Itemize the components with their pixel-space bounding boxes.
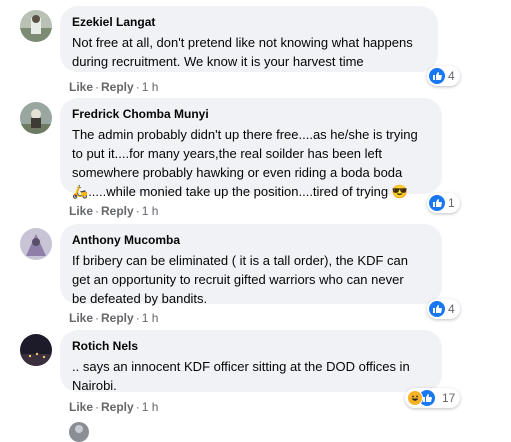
like-link[interactable]: Like — [69, 80, 93, 94]
reply-link[interactable]: Reply — [101, 204, 134, 218]
comment-line: 🛵.....while monied take up the position.… — [72, 182, 430, 201]
dot-separator: · — [95, 204, 100, 218]
like-icon — [429, 68, 445, 84]
timestamp[interactable]: 1 h — [142, 204, 159, 218]
dot-separator: · — [135, 400, 140, 414]
comment-line: be defeated by bandits. — [72, 291, 208, 306]
reaction-count: 4 — [448, 302, 455, 316]
comment-line: during recruitment. We know it is your h… — [72, 54, 364, 69]
dot-separator: · — [95, 80, 100, 94]
dot-separator: · — [135, 80, 140, 94]
comment-text: Not free at all, don't pretend like not … — [72, 33, 426, 71]
avatar[interactable] — [20, 102, 52, 134]
reaction-summary[interactable]: 4 — [427, 66, 460, 86]
comment-actions: Like · Reply · 1 h — [69, 79, 158, 95]
comment-text: The admin probably didn't up there free.… — [72, 125, 430, 201]
comment-bubble: Rotich Nels .. says an innocent KDF offi… — [60, 330, 442, 395]
comment-actions: Like · Reply · 1 h — [69, 310, 158, 326]
dot-separator: · — [95, 400, 100, 414]
motor-scooter-emoji: 🛵 — [72, 184, 89, 199]
comment-line: The admin probably didn't up there free.… — [72, 127, 418, 142]
comment-line: get an opportunity to recruit gifted war… — [72, 272, 404, 287]
comment-author[interactable]: Anthony Mucomba — [72, 232, 430, 248]
comment-text: If bribery can be eliminated ( it is a t… — [72, 251, 430, 308]
reply-link[interactable]: Reply — [101, 80, 134, 94]
timestamp[interactable]: 1 h — [142, 400, 159, 414]
comment-author[interactable]: Fredrick Chomba Munyi — [72, 106, 430, 122]
comment-line: .. says an innocent KDF officer sitting … — [72, 359, 410, 374]
comment-bubble: Anthony Mucomba If bribery can be elimin… — [60, 224, 442, 306]
avatar[interactable] — [20, 10, 52, 42]
comment-actions: Like · Reply · 1 h — [69, 203, 158, 219]
reaction-count: 1 — [448, 196, 455, 210]
avatar[interactable] — [20, 334, 52, 366]
reaction-summary[interactable]: 17 — [405, 388, 461, 408]
timestamp[interactable]: 1 h — [142, 80, 159, 94]
reaction-count: 4 — [448, 69, 455, 83]
like-link[interactable]: Like — [69, 400, 93, 414]
reaction-summary[interactable]: 4 — [427, 299, 460, 319]
comment-text: .. says an innocent KDF officer sitting … — [72, 357, 430, 395]
avatar[interactable] — [20, 228, 52, 260]
comment-bubble: Fredrick Chomba Munyi The admin probably… — [60, 98, 442, 199]
comment-actions: Like · Reply · 1 h — [69, 399, 158, 415]
comment-line: Not free at all, don't pretend like not … — [72, 35, 413, 50]
like-link[interactable]: Like — [69, 311, 93, 325]
comment-author[interactable]: Rotich Nels — [72, 338, 430, 354]
like-icon — [429, 195, 445, 211]
comment-line: If bribery can be eliminated ( it is a t… — [72, 253, 408, 268]
comment-line: to put it....for many years,the real soi… — [72, 146, 382, 161]
dot-separator: · — [135, 204, 140, 218]
dot-separator: · — [135, 311, 140, 325]
comment-line: somewhere probably hawking or even ridin… — [72, 165, 403, 180]
comment-line-text: .....while monied take up the position..… — [88, 184, 389, 199]
reply-link[interactable]: Reply — [101, 400, 134, 414]
comment-line: Nairobi. — [72, 378, 117, 393]
reaction-summary[interactable]: 1 — [427, 193, 460, 213]
reaction-count: 17 — [442, 391, 456, 405]
comment-author[interactable]: Ezekiel Langat — [72, 14, 426, 30]
haha-icon — [407, 390, 423, 406]
avatar[interactable] — [69, 422, 89, 442]
like-link[interactable]: Like — [69, 204, 93, 218]
comment-bubble: Ezekiel Langat Not free at all, don't pr… — [60, 6, 438, 72]
like-icon — [429, 301, 445, 317]
dot-separator: · — [95, 311, 100, 325]
timestamp[interactable]: 1 h — [142, 311, 159, 325]
cool-face-emoji: 😎 — [391, 184, 408, 199]
reply-link[interactable]: Reply — [101, 311, 134, 325]
